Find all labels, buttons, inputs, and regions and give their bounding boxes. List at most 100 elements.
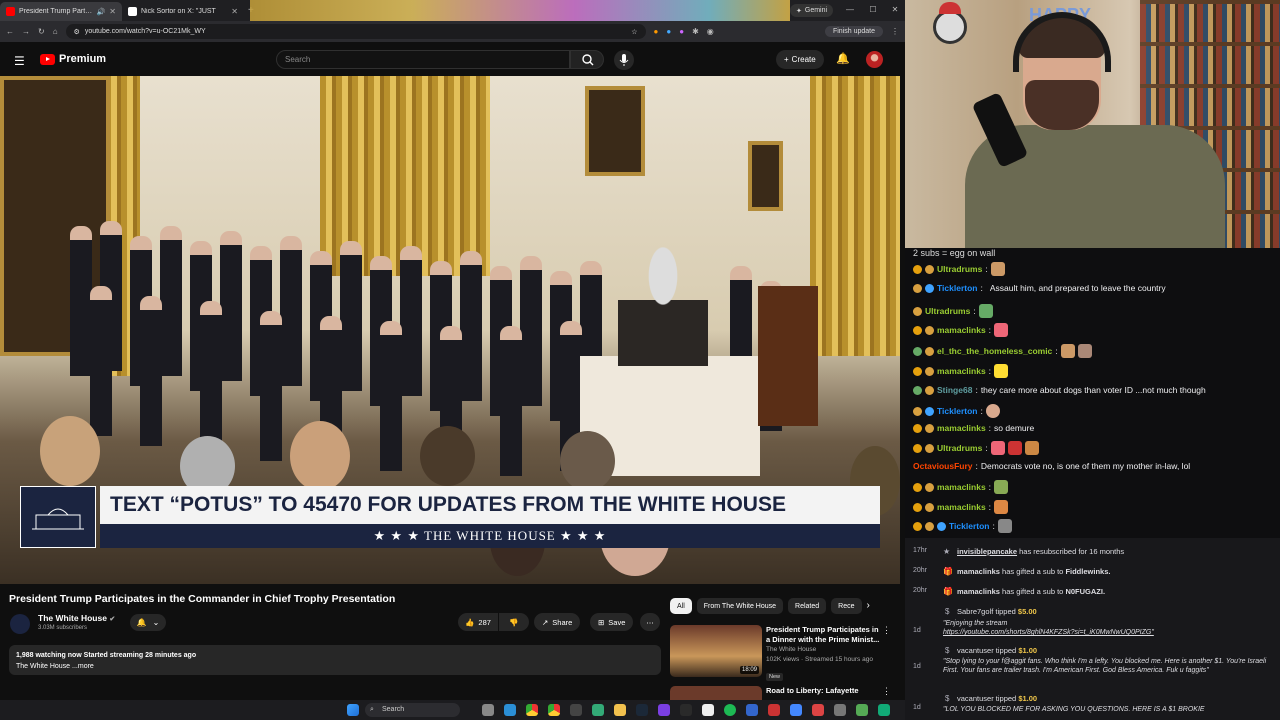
search-button[interactable] [570, 50, 604, 69]
app-icon[interactable] [592, 704, 604, 716]
recommended-video[interactable]: 18:09 President Trump Participates in a … [670, 625, 891, 681]
description-box[interactable]: 1,988 watching now Started streaming 28 … [9, 645, 661, 675]
audio-icon[interactable]: 🔊 [97, 8, 106, 16]
chat-username[interactable]: mamaclinks [937, 366, 986, 376]
dislike-button[interactable]: 👎 [499, 613, 529, 631]
chat-username[interactable]: Stinge68 [937, 385, 972, 395]
bookmark-star-icon[interactable]: ☆ [631, 28, 637, 36]
activity-user[interactable]: vacantuser [957, 646, 994, 655]
share-button[interactable]: ↗ Share [534, 613, 581, 631]
app-icon[interactable] [768, 704, 780, 716]
subscription-bell-button[interactable]: 🔔 ⌄ [130, 614, 166, 631]
channel-avatar[interactable] [10, 614, 30, 634]
gemini-button[interactable]: ✦ Gemini [790, 4, 834, 17]
chrome-alt-icon[interactable] [548, 704, 560, 716]
minimize-icon[interactable]: — [843, 3, 857, 17]
notifications-bell-icon[interactable]: 🔔 [836, 52, 850, 65]
site-info-icon[interactable]: ⚙ [74, 28, 80, 36]
chat-username[interactable]: Ticklerton [937, 283, 977, 293]
app-icon[interactable] [878, 704, 890, 716]
windows-start-icon[interactable] [347, 704, 359, 716]
app-icon[interactable] [834, 704, 846, 716]
extension-icon[interactable]: ● [654, 27, 659, 36]
chip-recent[interactable]: Rece [831, 598, 862, 614]
app-icon[interactable] [680, 704, 692, 716]
app-icon[interactable] [570, 704, 582, 716]
chip-all[interactable]: All [670, 598, 692, 614]
activity-user[interactable]: mamaclinks [957, 567, 1000, 576]
more-vertical-icon[interactable]: ⋮ [882, 625, 891, 636]
extension-icon[interactable]: ● [666, 27, 671, 36]
like-button[interactable]: 👍 287 [458, 613, 498, 631]
video-player[interactable]: TEXT “POTUS” TO 45470 FOR UPDATES FROM T… [0, 76, 900, 584]
finish-update-button[interactable]: Finish update [824, 26, 883, 37]
create-button[interactable]: + Create [776, 50, 824, 69]
chat-username[interactable]: Ultradrums [937, 443, 982, 453]
save-button[interactable]: ⊞ Save [590, 613, 634, 631]
scroll-down-icon[interactable]: ▼ [905, 688, 906, 695]
close-tab-icon[interactable]: ✕ [231, 7, 238, 16]
app-icon[interactable] [790, 704, 802, 716]
chip-from-channel[interactable]: From The White House [696, 598, 784, 614]
app-icon[interactable] [856, 704, 868, 716]
extensions-puzzle-icon[interactable]: ✱ [692, 27, 699, 36]
activity-time: 20hr [913, 567, 928, 574]
reload-icon[interactable]: ↻ [38, 27, 45, 36]
taskbar-search[interactable]: ⌕ Search [365, 703, 460, 717]
tip-link[interactable]: https://youtube.com/shorts/8ghlN4KFZSk?s… [943, 628, 1154, 637]
edge-icon[interactable] [504, 704, 516, 716]
chat-username[interactable]: Ultradrums [925, 306, 970, 316]
chat-username[interactable]: Ticklerton [937, 406, 977, 416]
app-icon[interactable] [746, 704, 758, 716]
browser-tab-youtube[interactable]: President Trump Participat 🔊 ✕ [0, 2, 122, 21]
maximize-icon[interactable]: ☐ [866, 3, 880, 17]
youtube-logo[interactable]: Premium [40, 53, 106, 65]
hamburger-menu-icon[interactable]: ☰ [14, 54, 25, 68]
chip-related[interactable]: Related [788, 598, 827, 614]
browser-theme-banner [250, 0, 790, 21]
chat-username[interactable]: mamaclinks [937, 502, 986, 512]
activity-target[interactable]: N0FUGAZI. [1065, 587, 1105, 596]
forward-icon[interactable]: → [22, 27, 30, 36]
home-icon[interactable]: ⌂ [53, 27, 58, 36]
recommended-video[interactable]: Road to Liberty: Lafayette ⋮ [670, 686, 900, 700]
app-icon[interactable] [812, 704, 824, 716]
extension-icon[interactable]: ● [679, 27, 684, 36]
channel-name[interactable]: The White House ✔ [38, 613, 115, 623]
chat-username[interactable]: el_thc_the_homeless_comic [937, 346, 1052, 356]
folder-icon[interactable] [614, 704, 626, 716]
chevron-right-icon[interactable]: › [867, 598, 870, 614]
activity-target[interactable]: Fiddlewinks. [1065, 567, 1110, 576]
back-icon[interactable]: ← [6, 27, 14, 36]
activity-user[interactable]: Sabre7golf [957, 607, 993, 616]
chat-username[interactable]: Ultradrums [937, 264, 982, 274]
chat-username[interactable]: mamaclinks [937, 482, 986, 492]
obs-icon[interactable] [702, 704, 714, 716]
menu-kebab-icon[interactable]: ⋮ [891, 27, 899, 36]
close-tab-icon[interactable]: ✕ [109, 7, 116, 16]
account-avatar[interactable] [866, 51, 883, 68]
more-actions-button[interactable]: ⋯ [640, 613, 660, 631]
chat-username[interactable]: Ticklerton [949, 521, 989, 531]
video-thumbnail[interactable] [670, 686, 762, 700]
browser-tab-x[interactable]: Nick Sortor on X: "JUST ✕ [122, 2, 244, 21]
activity-user[interactable]: invisiblepancake [957, 547, 1017, 556]
video-thumbnail[interactable]: 18:09 [670, 625, 762, 677]
more-vertical-icon[interactable]: ⋮ [882, 686, 891, 697]
browser-toolbar: ← → ↻ ⌂ ⚙ youtube.com/watch?v=u-OC21Mk_W… [0, 21, 905, 42]
chat-username[interactable]: mamaclinks [937, 423, 986, 433]
steam-icon[interactable] [636, 704, 648, 716]
app-icon[interactable] [658, 704, 670, 716]
activity-user[interactable]: mamaclinks [957, 587, 1000, 596]
close-window-icon[interactable]: ✕ [888, 3, 902, 17]
activity-user[interactable]: vacantuser [957, 694, 994, 703]
profile-icon[interactable]: ◉ [707, 27, 714, 36]
chrome-icon[interactable] [526, 704, 538, 716]
address-bar[interactable]: ⚙ youtube.com/watch?v=u-OC21Mk_WY ☆ [65, 24, 646, 39]
task-view-icon[interactable] [482, 704, 494, 716]
search-input[interactable]: Search [276, 50, 570, 69]
chat-username[interactable]: OctaviousFury [913, 461, 973, 471]
chat-username[interactable]: mamaclinks [937, 325, 986, 335]
spotify-icon[interactable] [724, 704, 736, 716]
voice-search-button[interactable] [614, 50, 634, 70]
